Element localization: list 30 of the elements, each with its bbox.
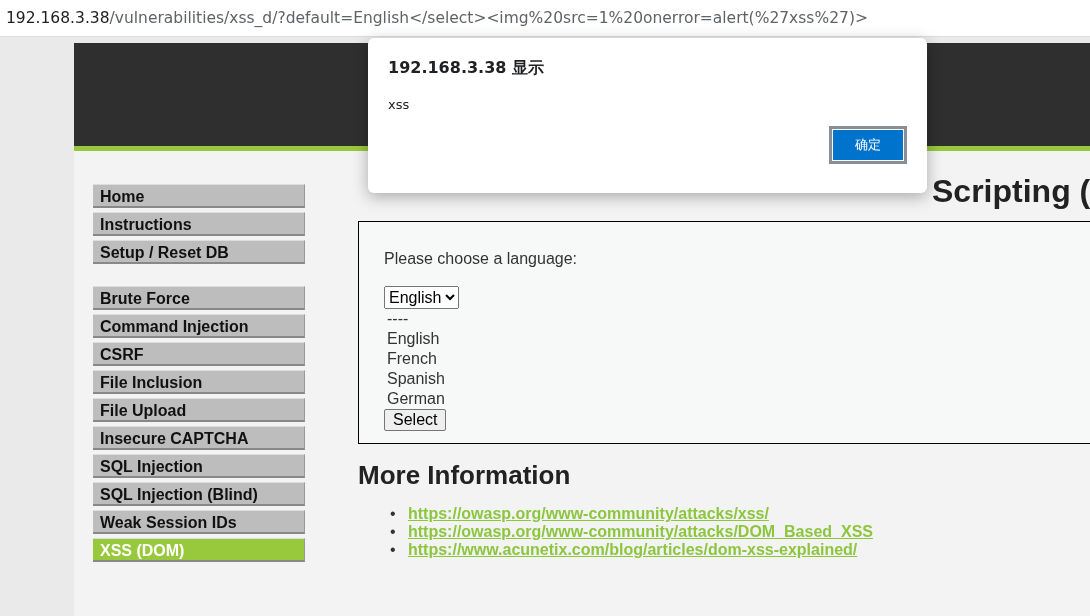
select-button[interactable]: Select xyxy=(384,409,447,431)
sidebar-item[interactable]: Insecure CAPTCHA xyxy=(93,426,305,450)
option-text: German xyxy=(387,389,446,409)
url-path: /vulnerabilities/xss_d/?default=English</select><img%20src=1%20onerror=alert(%27xss%27)> xyxy=(109,9,868,27)
bullet: • xyxy=(390,505,397,523)
sidebar-item[interactable]: Weak Session IDs xyxy=(93,510,305,534)
bullet: • xyxy=(390,523,397,541)
sidebar-item[interactable]: File Inclusion xyxy=(93,370,305,394)
sidebar-item[interactable]: Command Injection xyxy=(93,314,305,338)
sidebar-item[interactable]: Home xyxy=(93,184,305,208)
dialog-title: 192.168.3.38 显示 xyxy=(388,58,545,79)
sidebar-item[interactable]: SQL Injection (Blind) xyxy=(93,482,305,506)
sidebar-item[interactable]: Setup / Reset DB xyxy=(93,240,305,264)
sidebar-item[interactable]: Brute Force xyxy=(93,286,305,310)
section-heading: More Information xyxy=(358,460,572,491)
option-text: French xyxy=(387,349,438,369)
dialog-message: xss xyxy=(388,97,411,112)
sidebar-item[interactable]: SQL Injection xyxy=(93,454,305,478)
sidebar-item[interactable]: File Upload xyxy=(93,398,305,422)
language-select[interactable]: English xyxy=(384,286,459,309)
page-heading: Scripting ( xyxy=(932,172,1090,211)
ok-button[interactable]: 确定 xyxy=(829,126,907,164)
sidebar-item[interactable]: CSRF xyxy=(93,342,305,366)
language-prompt: Please choose a language: xyxy=(384,250,579,268)
option-text: Spanish xyxy=(387,369,446,389)
bullet: • xyxy=(390,541,397,559)
sidebar-item[interactable]: Instructions xyxy=(93,212,305,236)
url-host: 192.168.3.38 xyxy=(6,9,110,27)
option-text: English xyxy=(387,329,441,349)
option-text: ---- xyxy=(387,309,410,329)
